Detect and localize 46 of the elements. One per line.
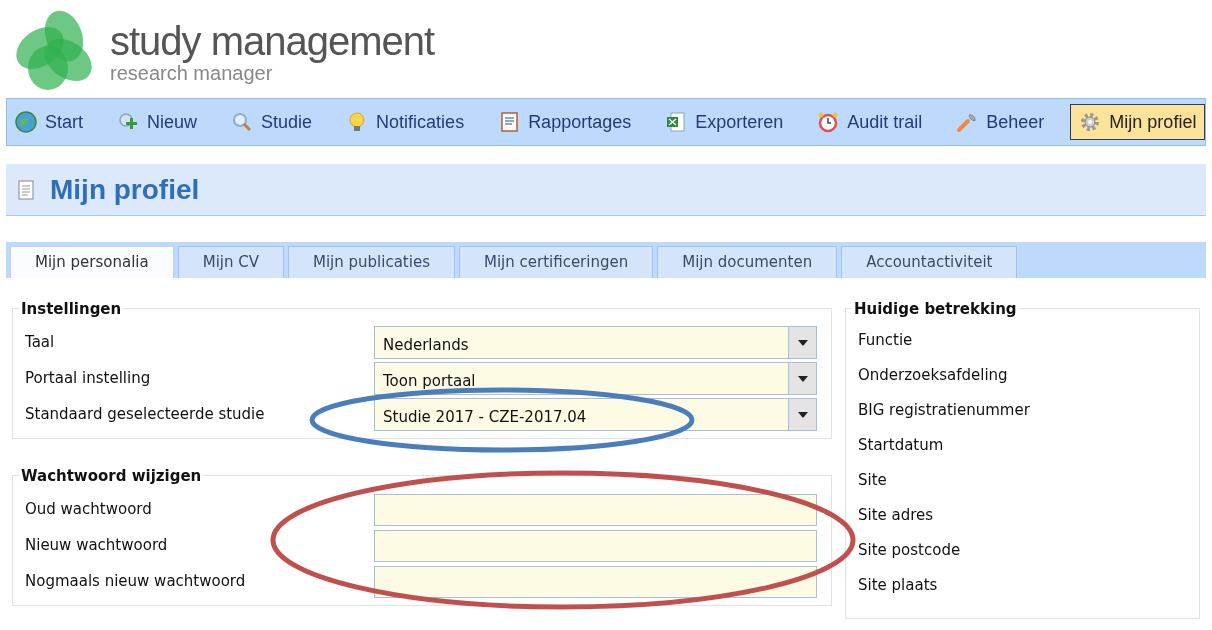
wrench-icon — [956, 111, 979, 133]
nav-item[interactable]: Rapportages — [490, 104, 640, 140]
dropdown[interactable]: Toon portaal — [374, 362, 817, 395]
tab[interactable]: Mijn certificeringen — [458, 246, 654, 278]
field-label: Site plaats — [858, 575, 938, 596]
field-label: Site postcode — [858, 540, 961, 561]
alarm-clock-icon — [817, 111, 840, 133]
page-title: Mijn profiel — [50, 172, 200, 207]
nav-item[interactable]: Start — [7, 104, 91, 140]
field-label: Standaard geselecteerde studie — [24, 404, 266, 426]
gear-icon — [1079, 111, 1102, 133]
globe-icon — [15, 111, 37, 133]
app-title: study management — [110, 20, 435, 62]
nav-item[interactable]: Nieuw — [109, 104, 206, 140]
field-label: Oud wachtwoord — [24, 499, 153, 521]
tab[interactable]: Accountactiviteit — [841, 246, 1018, 278]
password-field[interactable] — [374, 565, 817, 598]
nav-item[interactable]: Beheer — [948, 104, 1053, 140]
field-label: Portaal instelling — [24, 368, 152, 390]
dropdown[interactable]: Nederlands — [374, 326, 817, 359]
field-label: Nogmaals nieuw wachtwoord — [24, 571, 247, 593]
field-label: Site — [858, 470, 887, 491]
tab[interactable]: Mijn publicaties — [288, 246, 455, 278]
nav-item[interactable]: Studie — [223, 104, 321, 140]
field-label: Site adres — [858, 505, 934, 526]
field-label: Nieuw wachtwoord — [24, 535, 169, 557]
nav-item[interactable]: Notificaties — [338, 104, 473, 140]
field-label: BIG registratienummer — [858, 400, 1030, 421]
dropdown[interactable]: Studie 2017 - CZE-2017.04 — [374, 398, 817, 431]
document-icon — [498, 111, 521, 133]
field-label: Onderzoeksafdeling — [858, 365, 1008, 386]
app-subtitle: research manager — [110, 62, 273, 84]
nav-item[interactable]: Exporteren — [657, 104, 792, 140]
password-field[interactable] — [374, 529, 817, 562]
field-label: Taal — [24, 332, 56, 354]
nav-item[interactable]: Audit trail — [809, 104, 931, 140]
tab[interactable]: Mijn documenten — [657, 246, 838, 278]
nav-item[interactable]: Mijn profiel — [1070, 104, 1206, 140]
password-field[interactable] — [374, 493, 817, 526]
field-label: Startdatum — [858, 435, 944, 456]
page-icon — [18, 179, 34, 200]
tab[interactable]: Mijn CV — [177, 246, 284, 278]
field-label: Functie — [858, 330, 913, 351]
search-icon — [231, 111, 254, 133]
spreadsheet-icon — [665, 111, 688, 133]
tab[interactable]: Mijn personalia — [10, 246, 174, 278]
